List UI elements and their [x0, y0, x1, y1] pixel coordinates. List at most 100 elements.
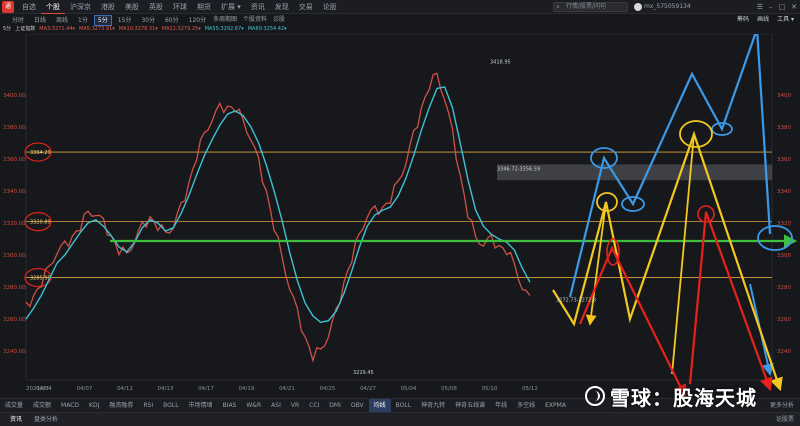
indicator-tab[interactable]: BIAS: [218, 399, 242, 412]
ma55-line: [25, 86, 531, 324]
bottom-bar: 资讯 盘类分析 论股票: [0, 412, 800, 426]
y-tick-label-left: 3260.00: [3, 317, 26, 323]
indicator-tab[interactable]: BOLL: [391, 399, 416, 412]
indicator-tab[interactable]: 成交额: [28, 399, 56, 412]
indicator-tab[interactable]: RSI: [138, 399, 158, 412]
window-button[interactable]: □: [779, 0, 786, 14]
y-tick-label-left: 3300.00: [3, 253, 26, 259]
x-tick-label: 04/17: [198, 386, 214, 392]
search-placeholder: 行情/股票/问句: [566, 3, 607, 10]
indicator-tab[interactable]: 成交量: [0, 399, 28, 412]
toolbar-links: 多周期图 个股资料 诊股: [213, 15, 285, 24]
toolbar-link[interactable]: 多周期图: [213, 15, 237, 24]
indicator-tab[interactable]: KDJ: [84, 399, 104, 412]
top-tab[interactable]: 交易: [294, 0, 318, 14]
high-label: 3418.95: [490, 60, 511, 66]
legend-item: MA10:3278.31▾: [118, 26, 158, 32]
y-tick-label-right: 3360: [777, 157, 791, 163]
low-label: 3229.45: [353, 370, 374, 376]
level-label: 3285.95: [30, 276, 51, 282]
y-tick-label-right: 3340: [777, 189, 791, 195]
indicator-tab[interactable]: OBV: [346, 399, 369, 412]
plot-frame: [25, 34, 773, 381]
y-tick-label-left: 3280.00: [3, 285, 26, 291]
top-tab[interactable]: 扩展 ▾: [216, 0, 246, 14]
xueqiu-logo-icon: [585, 386, 605, 406]
indicator-tab[interactable]: EXPMA: [540, 399, 571, 412]
indicator-tab[interactable]: 年线: [490, 399, 512, 412]
watermark-text: 雪球：股海天城: [610, 385, 757, 410]
x-tick-label: 04/07: [77, 386, 93, 392]
top-tab[interactable]: 美股: [120, 0, 144, 14]
toolbar-link[interactable]: 个股资料: [243, 15, 267, 24]
x-tick-label: 05/04: [401, 386, 417, 392]
indicator-tab[interactable]: DMI: [324, 399, 346, 412]
chart-grid: [25, 34, 773, 381]
top-tab[interactable]: 资讯: [246, 0, 270, 14]
search-input[interactable]: ⌕ 行情/股票/问句: [553, 2, 628, 12]
indicator-tab[interactable]: 融资融券: [104, 399, 138, 412]
indicator-tab[interactable]: VR: [286, 399, 304, 412]
toolbar-link[interactable]: 诊股: [273, 15, 285, 24]
indicator-tab[interactable]: 均线: [368, 399, 391, 412]
indicator-tab[interactable]: BOLL: [158, 399, 183, 412]
y-tick-label-left: 3380.00: [3, 125, 26, 131]
indicator-tab[interactable]: 神奇五线谱: [450, 399, 490, 412]
x-tick-label: 04/04: [36, 386, 52, 392]
indicator-tab[interactable]: MACD: [56, 399, 84, 412]
price-chart[interactable]: 3364.29 3320.89 3285.95 3240.00 3240 3260.00…: [0, 34, 800, 398]
toolbar-right-link[interactable]: 筹码: [737, 15, 749, 24]
y-tick-label-left: 3360.00: [3, 157, 26, 163]
y-tick-label-right: 3400: [777, 93, 791, 99]
top-tab[interactable]: 论股: [318, 0, 342, 14]
app-logo-icon[interactable]: 通: [2, 1, 14, 13]
chart-series: [25, 72, 531, 363]
window-controls: ☰ – □ ✕: [757, 0, 797, 14]
y-tick-label-right: 3260: [777, 317, 791, 323]
x-tick-label: 04/25: [320, 386, 336, 392]
top-tab[interactable]: 港股: [96, 0, 120, 14]
top-tab[interactable]: 期货: [192, 0, 216, 14]
legend-item: MA5:3273.91▾: [79, 26, 115, 32]
top-tab[interactable]: 个股: [41, 0, 65, 14]
bottom-right-link[interactable]: 论股票: [776, 413, 794, 426]
indicator-tab[interactable]: 多空线: [512, 399, 540, 412]
user-name: mx_575059134: [644, 3, 691, 10]
support-resistance-lines: 3364.29 3320.89 3285.95: [24, 142, 772, 288]
toolbar-right-link[interactable]: 工具 ▾: [777, 15, 794, 24]
x-tick-label: 04/11: [117, 386, 133, 392]
user-account[interactable]: mx_575059134: [634, 2, 691, 12]
more-analysis-link[interactable]: 更多分析: [770, 399, 794, 412]
legend-item: MA21:3279.25▾: [161, 26, 201, 32]
legend-item: MA55:3292.67▾: [204, 26, 244, 32]
bottom-tab[interactable]: 盘类分析: [28, 413, 64, 426]
indicator-tab[interactable]: 市场情绪: [184, 399, 218, 412]
yellow-arrow: [585, 201, 607, 326]
legend-item: 上证指数: [15, 26, 36, 32]
hand-drawn-annotations: [110, 34, 798, 398]
window-button[interactable]: ✕: [791, 0, 797, 14]
watermark: 雪球：股海天城: [585, 382, 757, 410]
window-button[interactable]: ☰: [757, 0, 763, 14]
top-tab[interactable]: 沪深京: [65, 0, 96, 14]
x-tick-label: 05/12: [522, 386, 538, 392]
red-projection-path: [578, 245, 687, 398]
top-tab[interactable]: 环球: [168, 0, 192, 14]
indicator-tab[interactable]: ASI: [266, 399, 286, 412]
top-nav: 自选 个股 沪深京 港股 美股 英股 环球 期货 扩展 ▾ 资讯 发现 交易 论股: [17, 0, 342, 14]
y-tick-label-left: 3320.00: [3, 221, 26, 227]
x-tick-label: 04/27: [360, 386, 376, 392]
top-tab[interactable]: 英股: [144, 0, 168, 14]
y-tick-label-right: 3240: [777, 349, 791, 355]
top-tab[interactable]: 自选: [17, 0, 41, 14]
legend-item: MA3:3271.44▾: [39, 26, 75, 32]
top-tab[interactable]: 发现: [270, 0, 294, 14]
toolbar-right-link[interactable]: 画线: [757, 15, 769, 24]
indicator-tab[interactable]: 神奇九转: [416, 399, 450, 412]
bottom-tab[interactable]: 资讯: [4, 413, 28, 426]
indicator-tab[interactable]: CCI: [304, 399, 324, 412]
indicator-tab[interactable]: W&R: [241, 399, 266, 412]
y-tick-label-left: 3340.00: [3, 189, 26, 195]
window-button[interactable]: –: [769, 0, 773, 14]
top-bar: 通 自选 个股 沪深京 港股 美股 英股 环球 期货 扩展 ▾ 资讯 发现 交易 论股 ⌕ 行情/股票/…: [0, 0, 800, 14]
